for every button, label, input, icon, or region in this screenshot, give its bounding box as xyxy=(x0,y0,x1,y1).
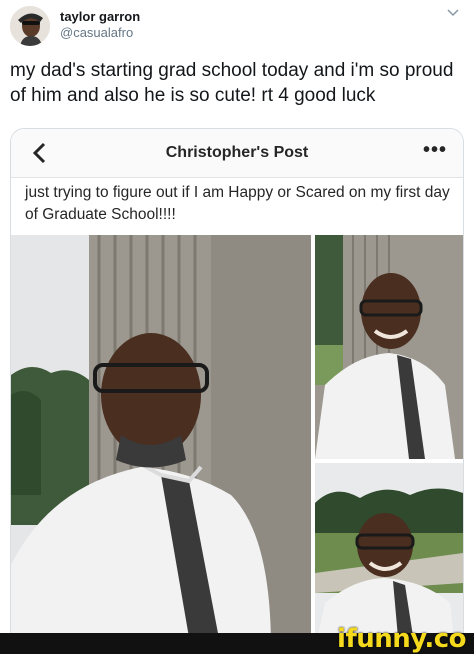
post-title: Christopher's Post xyxy=(165,144,309,161)
photo-grid xyxy=(11,235,463,649)
side-photo-top[interactable] xyxy=(315,235,463,459)
watermark-logo: ifunny.co xyxy=(337,624,466,654)
side-photo-bottom[interactable] xyxy=(315,463,463,649)
post-caption: just trying to figure out if I am Happy … xyxy=(25,184,450,223)
more-options-icon[interactable]: ••• xyxy=(423,139,447,162)
main-photo[interactable] xyxy=(11,235,311,649)
tweet-text: my dad's starting grad school today and … xyxy=(10,60,454,106)
post-card-header: Christopher's Post ••• xyxy=(11,129,463,178)
author-name[interactable]: taylor garron xyxy=(60,9,140,24)
avatar[interactable] xyxy=(10,6,50,46)
post-card: Christopher's Post ••• just trying to fi… xyxy=(10,128,464,650)
author-handle[interactable]: @casualafro xyxy=(60,25,133,40)
chevron-down-icon[interactable] xyxy=(446,6,460,20)
tweet-header: taylor garron @casualafro xyxy=(10,4,464,48)
